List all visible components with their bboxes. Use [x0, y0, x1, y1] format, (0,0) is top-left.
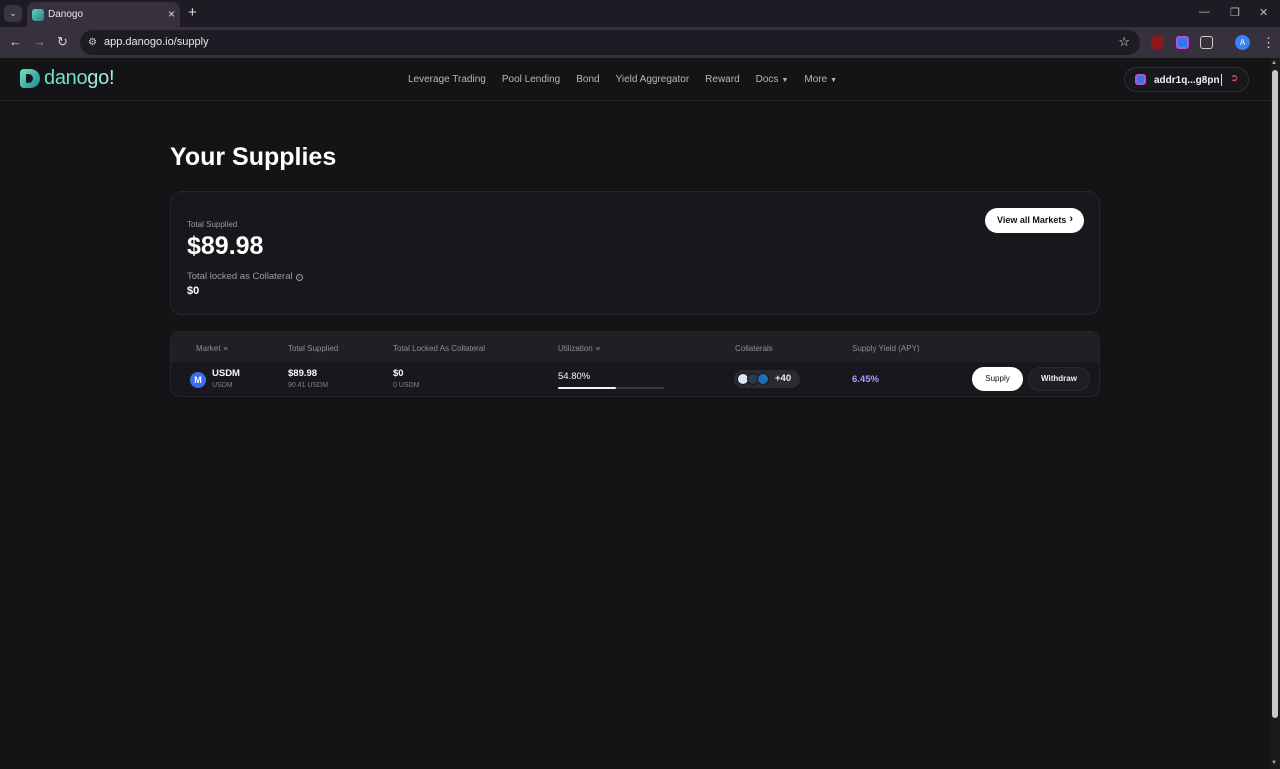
- view-all-markets-button[interactable]: View all Markets ›: [985, 208, 1084, 233]
- back-icon[interactable]: ←: [9, 35, 22, 49]
- table-row[interactable]: M USDM USDM $89.98 90.41 USDM $0 0 USDM …: [171, 362, 1099, 396]
- profile-avatar[interactable]: A: [1235, 35, 1250, 50]
- minimize-icon[interactable]: —: [1199, 6, 1210, 18]
- wallet-address: addr1q...g8pn: [1154, 75, 1220, 86]
- browser-tab[interactable]: Danogo ×: [27, 2, 180, 27]
- supplies-table: Market ≡ Total Supplied Total Locked As C…: [170, 331, 1100, 397]
- utilization-bar-fill: [558, 387, 617, 389]
- scrollbar-thumb[interactable]: [1272, 70, 1278, 718]
- restore-icon[interactable]: ❐: [1230, 6, 1240, 19]
- window-close-icon[interactable]: ✕: [1259, 6, 1268, 19]
- total-supplied-value: $89.98: [187, 232, 264, 260]
- column-market[interactable]: Market ≡: [196, 344, 228, 353]
- column-collaterals: Collaterals: [735, 344, 773, 353]
- reload-icon[interactable]: ↻: [57, 35, 68, 49]
- bookmark-star-icon[interactable]: ☆: [1118, 34, 1130, 50]
- sort-icon[interactable]: ≡: [223, 346, 227, 353]
- utilization-value: 54.80%: [558, 371, 591, 382]
- column-total-supplied: Total Supplied: [288, 344, 339, 353]
- total-supplied-label: Total Supplied: [187, 220, 238, 229]
- column-supply-yield: Supply Yield (APY): [852, 344, 920, 353]
- nav-pool-lending[interactable]: Pool Lending: [502, 74, 560, 85]
- collateral-label: Total locked as Collateral i: [187, 271, 303, 282]
- extension-wallet-icon[interactable]: [1176, 36, 1189, 49]
- danogo-logo[interactable]: danogo!: [20, 67, 115, 90]
- collaterals-group[interactable]: +40: [734, 370, 800, 388]
- close-icon[interactable]: ×: [168, 7, 175, 21]
- total-supplied-cell: $89.98: [288, 368, 318, 379]
- caret-down-icon: ▼: [830, 77, 838, 84]
- market-sub: USDM: [212, 382, 233, 389]
- browser-toolbar: ← → ↻ ⚙ app.danogo.io/supply ☆: [0, 27, 1280, 58]
- usdm-token-icon: M: [190, 372, 206, 388]
- total-locked-cell: $0: [393, 368, 404, 379]
- site-info-icon[interactable]: ⚙: [88, 37, 97, 48]
- new-tab-button[interactable]: +: [188, 4, 197, 21]
- column-utilization[interactable]: Utilization ≡: [558, 344, 600, 353]
- nav-docs[interactable]: Docs ▼: [756, 74, 789, 85]
- danogo-favicon-icon: [32, 9, 44, 21]
- danogo-logo-icon: [20, 69, 40, 88]
- utilization-bar: [558, 387, 664, 389]
- address-bar[interactable]: ⚙ app.danogo.io/supply ☆: [80, 30, 1140, 55]
- wallet-button[interactable]: addr1q...g8pn ➲: [1124, 67, 1249, 92]
- nav-reward[interactable]: Reward: [705, 74, 739, 85]
- url-text[interactable]: app.danogo.io/supply: [104, 36, 209, 48]
- caret-down-icon: ▼: [781, 77, 789, 84]
- wallet-icon: [1135, 74, 1146, 85]
- browser-menu-icon[interactable]: ⋮: [1262, 35, 1275, 51]
- withdraw-button[interactable]: Withdraw: [1028, 367, 1090, 391]
- tab-title: Danogo: [48, 9, 84, 20]
- nav-leverage-trading[interactable]: Leverage Trading: [408, 74, 486, 85]
- browser-tab-bar: ⌄ Danogo × + — ❐ ✕: [0, 0, 1280, 27]
- divider: [1221, 74, 1222, 86]
- sort-icon[interactable]: ≡: [596, 346, 600, 353]
- tab-search-button[interactable]: ⌄: [4, 5, 22, 22]
- collateral-token-icon: [757, 373, 769, 385]
- supply-apy: 6.45%: [852, 374, 879, 385]
- supply-summary-card: Total Supplied $89.98 Total locked as Co…: [170, 191, 1100, 315]
- total-supplied-sub: 90.41 USDM: [288, 382, 329, 389]
- collateral-value: $0: [187, 285, 200, 297]
- market-name: USDM: [212, 368, 240, 379]
- total-locked-sub: 0 USDM: [393, 382, 420, 389]
- chevron-right-icon: ›: [1069, 213, 1073, 225]
- nav-yield-aggregator[interactable]: Yield Aggregator: [616, 74, 690, 85]
- extension-red-icon[interactable]: [1151, 36, 1164, 49]
- collaterals-more-count: +40: [775, 373, 792, 384]
- supply-button[interactable]: Supply: [972, 367, 1023, 391]
- scroll-up-icon[interactable]: ▲: [1271, 60, 1277, 66]
- scroll-down-icon[interactable]: ▼: [1271, 760, 1277, 766]
- logout-icon[interactable]: ➲: [1230, 73, 1238, 84]
- nav-bond[interactable]: Bond: [576, 74, 599, 85]
- main-nav: Leverage Trading Pool Lending Bond Yield…: [408, 74, 837, 85]
- logo-text: danogo!: [44, 67, 115, 89]
- nav-more[interactable]: More ▼: [804, 74, 837, 85]
- table-header: Market ≡ Total Supplied Total Locked As C…: [171, 332, 1099, 362]
- column-total-locked: Total Locked As Collateral: [393, 344, 486, 353]
- site-header: danogo! Leverage Trading Pool Lending Bo…: [0, 58, 1270, 101]
- info-icon[interactable]: i: [295, 274, 303, 281]
- forward-icon[interactable]: →: [33, 35, 46, 49]
- page-title: Your Supplies: [170, 143, 337, 171]
- extensions-puzzle-icon[interactable]: [1200, 36, 1213, 49]
